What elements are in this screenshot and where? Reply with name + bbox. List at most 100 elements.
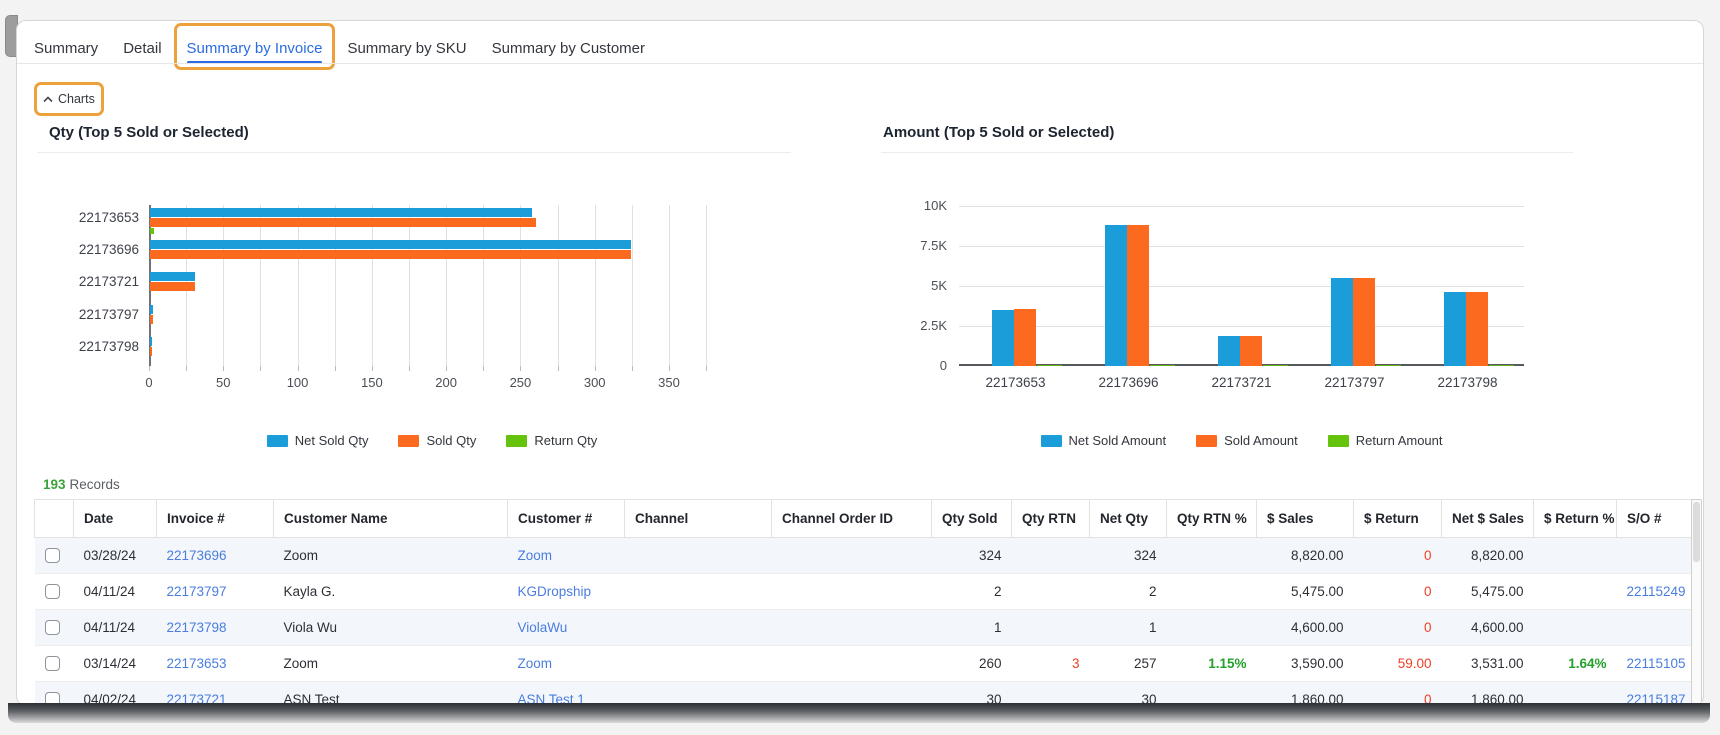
- tab-detail[interactable]: Detail: [123, 33, 161, 63]
- tab-label: Summary by Customer: [491, 39, 646, 57]
- cell-invoice[interactable]: 22173797: [156, 573, 274, 610]
- cell-return_amt: 0: [1353, 609, 1442, 646]
- charts-collapse-toggle[interactable]: Charts: [34, 82, 104, 116]
- tab-summary-by-sku[interactable]: Summary by SKU: [347, 33, 466, 63]
- cell-qty_rtn_pct: [1166, 609, 1257, 646]
- cell-qty_rtn_pct: [1166, 537, 1257, 574]
- gridline: [706, 205, 708, 366]
- legend-item-sold-amount[interactable]: Sold Amount: [1196, 433, 1298, 448]
- row-checkbox[interactable]: [44, 656, 60, 672]
- page-background: Summary Detail Summary by Invoice Summar…: [0, 0, 1720, 735]
- cell-invoice[interactable]: 22173798: [156, 609, 274, 646]
- return-qty-bar: [150, 228, 155, 234]
- cell-invoice[interactable]: 22173696: [156, 537, 274, 574]
- column-header-channel_order_id[interactable]: Channel Order ID: [771, 499, 932, 538]
- column-header-return_pct[interactable]: $ Return %: [1533, 499, 1617, 538]
- cell-customer_num[interactable]: ViolaWu: [507, 609, 625, 646]
- cell-channel: [624, 537, 772, 574]
- cell-net_qty: 2: [1089, 573, 1167, 610]
- table-vertical-scrollbar[interactable]: [1691, 499, 1702, 705]
- net-sold-qty-bar: [150, 336, 152, 346]
- cell-net_sales: 5,475.00: [1441, 573, 1534, 610]
- legend-swatch: [506, 434, 528, 447]
- column-header-net_sales[interactable]: Net $ Sales: [1441, 499, 1534, 538]
- category-label: 22173696: [78, 242, 139, 258]
- legend-item-return-qty[interactable]: Return Qty: [506, 433, 597, 448]
- legend-swatch: [398, 434, 420, 447]
- x-tick-label: 350: [658, 375, 680, 390]
- summary-table-wrap: Date Invoice # Customer Name Customer # Chan…: [34, 499, 1692, 705]
- legend-swatch: [1327, 434, 1349, 447]
- table-row: 04/11/24 22173798 Viola Wu ViolaWu 1 1 4,600.0…: [34, 609, 1692, 646]
- gridline: [631, 205, 633, 366]
- cell-so[interactable]: 22115105: [1616, 645, 1692, 682]
- sold-amount-bar: [1013, 308, 1036, 366]
- row-checkbox[interactable]: [44, 620, 60, 636]
- gridline: [483, 205, 485, 366]
- cell-channel_order_id: [771, 537, 932, 574]
- legend-item-net-sold-qty[interactable]: Net Sold Qty: [266, 433, 368, 448]
- column-header-channel[interactable]: Channel: [624, 499, 772, 538]
- tab-label: Summary by SKU: [347, 39, 467, 57]
- axis-tick: [297, 366, 299, 371]
- column-header-date[interactable]: Date: [73, 499, 157, 538]
- cell-qty_sold: 2: [931, 573, 1012, 610]
- tab-summary-by-invoice[interactable]: Summary by Invoice: [173, 23, 336, 70]
- net-sold-qty-bar: [150, 208, 532, 217]
- amount-bar-chart: 0 2.5K 5K 7.5K 10K 22173653 22173696 22173721 22…: [920, 198, 1524, 390]
- gridline: [260, 205, 262, 366]
- cell-customer_num[interactable]: Zoom: [507, 537, 625, 574]
- category-label: 22173653: [985, 375, 1046, 390]
- table-row: 03/28/24 22173696 Zoom Zoom 324 324 8,820.00 0 8…: [34, 537, 1692, 574]
- return-amount-bar: [1036, 365, 1062, 366]
- column-header-customer_name[interactable]: Customer Name: [273, 499, 508, 538]
- cell-customer_name: Kayla G.: [273, 573, 508, 610]
- legend-item-net-sold-amount[interactable]: Net Sold Amount: [1040, 433, 1167, 448]
- cell-sales: 4,600.00: [1256, 609, 1354, 646]
- category-label: 22173798: [1437, 375, 1498, 390]
- axis-tick: [371, 366, 373, 371]
- column-header-net_qty[interactable]: Net Qty: [1089, 499, 1167, 538]
- axis-tick: [631, 366, 633, 371]
- tab-summary-by-customer[interactable]: Summary by Customer: [492, 33, 645, 63]
- gridline: [334, 205, 336, 366]
- return-amount-bar: [1262, 365, 1288, 366]
- cell-net_qty: 1: [1089, 609, 1167, 646]
- net-sold-qty-bar: [150, 272, 195, 282]
- legend-label: Net Sold Amount: [1068, 433, 1167, 448]
- column-header-qty_sold[interactable]: Qty Sold: [931, 499, 1012, 538]
- gridline: [409, 205, 410, 366]
- cell-invoice[interactable]: 22173653: [156, 645, 274, 682]
- column-header-qty_rtn_pct[interactable]: Qty RTN %: [1166, 499, 1257, 538]
- gridline: [223, 205, 225, 366]
- scrollbar-thumb[interactable]: [1693, 502, 1700, 562]
- cell-return_pct: [1533, 573, 1617, 610]
- column-header-qty_rtn[interactable]: Qty RTN: [1011, 499, 1090, 538]
- amount-chart-legend: Net Sold Amount Sold Amount Return Amount: [959, 433, 1524, 448]
- tab-label: Detail: [123, 39, 162, 57]
- cell-qty_sold: 1: [931, 609, 1012, 646]
- qty-chart-title: Qty (Top 5 Sold or Selected): [49, 124, 249, 141]
- category-label: 22173797: [1324, 375, 1385, 390]
- chevron-up-icon: [43, 92, 53, 106]
- cell-customer_name: Zoom: [273, 537, 508, 574]
- row-checkbox[interactable]: [44, 584, 60, 600]
- column-header-invoice[interactable]: Invoice #: [156, 499, 274, 538]
- cell-qty_rtn: [1011, 573, 1090, 610]
- column-header-customer_num[interactable]: Customer #: [507, 499, 625, 538]
- column-header-so[interactable]: S/O #: [1616, 499, 1692, 538]
- column-header-sales[interactable]: $ Sales: [1256, 499, 1354, 538]
- axis-tick: [409, 366, 410, 371]
- axis-tick: [223, 366, 225, 371]
- legend-item-return-amount[interactable]: Return Amount: [1327, 433, 1443, 448]
- legend-item-sold-qty[interactable]: Sold Qty: [398, 433, 476, 448]
- cell-so: [1616, 537, 1692, 574]
- cell-so[interactable]: 22115249: [1616, 573, 1692, 610]
- cell-customer_num[interactable]: Zoom: [507, 645, 625, 682]
- cell-customer_num[interactable]: KGDropship: [507, 573, 625, 610]
- cell-date: 03/14/24: [73, 645, 157, 682]
- category-label: 22173797: [78, 306, 139, 322]
- row-checkbox[interactable]: [44, 548, 60, 564]
- tab-summary[interactable]: Summary: [34, 33, 98, 63]
- column-header-return_amt[interactable]: $ Return: [1353, 499, 1442, 538]
